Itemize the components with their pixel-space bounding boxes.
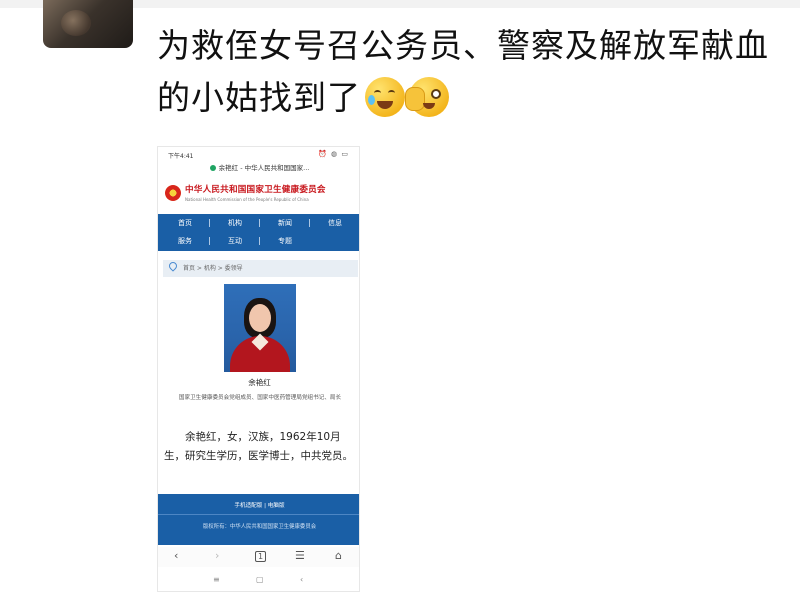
breadcrumb[interactable]: 首页 > 机构 > 委领导 xyxy=(163,260,358,277)
secure-site-icon xyxy=(209,165,216,171)
site-nav: 首页 机构 新闻 信息 服务 互动 专题 xyxy=(158,214,359,251)
site-subtitle: National Health Commission of the People… xyxy=(185,197,309,202)
page-title-in-urlbar: 余艳红 - 中华人民共和国国家... xyxy=(218,164,310,172)
footer-copyright: 版权所有：中华人民共和国国家卫生健康委员会 xyxy=(202,524,317,530)
official-portrait-photo xyxy=(224,284,296,372)
phone-status-bar: 下午4:41 ⏰ ◍ ▭ xyxy=(158,147,359,161)
portrait-face xyxy=(249,304,271,332)
nav-item-services[interactable]: 服务 xyxy=(160,236,210,246)
back-icon[interactable]: ‹ xyxy=(174,549,178,562)
post-text: 为救侄女号召公务员、警察及解放军献血的小姑找到了 xyxy=(157,20,777,124)
emoji-mouth-icon xyxy=(377,101,393,109)
home-icon[interactable]: ⌂ xyxy=(335,549,342,562)
browser-url-bar[interactable]: 余艳红 - 中华人民共和国国家... xyxy=(158,161,359,175)
nav-item-institutions[interactable]: 机构 xyxy=(210,218,260,228)
recent-apps-icon[interactable]: ≡ xyxy=(213,575,220,584)
nav-item-news[interactable]: 新闻 xyxy=(260,218,310,228)
peeking-face-emoji-icon xyxy=(405,77,449,117)
person-name: 余艳红 xyxy=(248,378,271,387)
browser-toolbar: ‹ › 1 ☰ ⌂ xyxy=(158,547,359,567)
nav-item-topics[interactable]: 专题 xyxy=(260,236,310,246)
location-pin-icon xyxy=(167,260,179,272)
footer-divider xyxy=(158,514,359,515)
site-title: 中华人民共和国国家卫生健康委员会 xyxy=(185,185,326,195)
system-home-icon[interactable]: ▢ xyxy=(256,575,264,584)
breadcrumb-text: 首页 > 机构 > 委领导 xyxy=(183,265,243,272)
nav-item-interaction[interactable]: 互动 xyxy=(210,236,260,246)
forward-icon[interactable]: › xyxy=(215,549,219,562)
emoji-eye-icon xyxy=(388,90,395,96)
system-back-icon[interactable]: ‹ xyxy=(300,575,303,584)
emoji-hand-icon xyxy=(405,87,425,111)
footer-version-links[interactable]: 手机适配版 | 电脑版 xyxy=(158,501,359,509)
person-bio: 余艳红，女，汉族，1962年10月生，研究生学历，医学博士，中共党员。 xyxy=(164,431,353,462)
emoji-mouth-icon xyxy=(423,103,435,109)
emoji-peeking-eye-icon xyxy=(431,89,441,99)
post-text-content: 为救侄女号召公务员、警察及解放军献血的小姑找到了 xyxy=(157,26,769,117)
emoji-eye-icon xyxy=(374,90,381,96)
tabs-icon[interactable]: 1 xyxy=(255,551,267,562)
user-avatar[interactable] xyxy=(43,0,133,48)
status-icons: ⏰ ◍ ▭ xyxy=(318,150,349,158)
menu-icon[interactable]: ☰ xyxy=(295,549,305,562)
emoji-tear-icon xyxy=(368,95,375,105)
site-footer: 手机适配版 | 电脑版 版权所有：中华人民共和国国家卫生健康委员会 xyxy=(158,494,359,545)
person-role: 国家卫生健康委员会党组成员、国家中医药管理局党组书记、局长 xyxy=(178,395,342,401)
system-nav-bar: ≡ ▢ ‹ xyxy=(158,571,359,591)
site-header: 中华人民共和国国家卫生健康委员会 National Health Commiss… xyxy=(158,177,359,212)
phone-screenshot[interactable]: 下午4:41 ⏰ ◍ ▭ 余艳红 - 中华人民共和国国家... 中华人民共和国国… xyxy=(157,146,360,592)
national-emblem-icon xyxy=(165,185,181,201)
nav-item-home[interactable]: 首页 xyxy=(160,218,210,228)
status-time: 下午4:41 xyxy=(168,153,194,160)
nav-item-info[interactable]: 信息 xyxy=(310,218,359,228)
crying-laughing-emoji-icon xyxy=(365,77,405,117)
